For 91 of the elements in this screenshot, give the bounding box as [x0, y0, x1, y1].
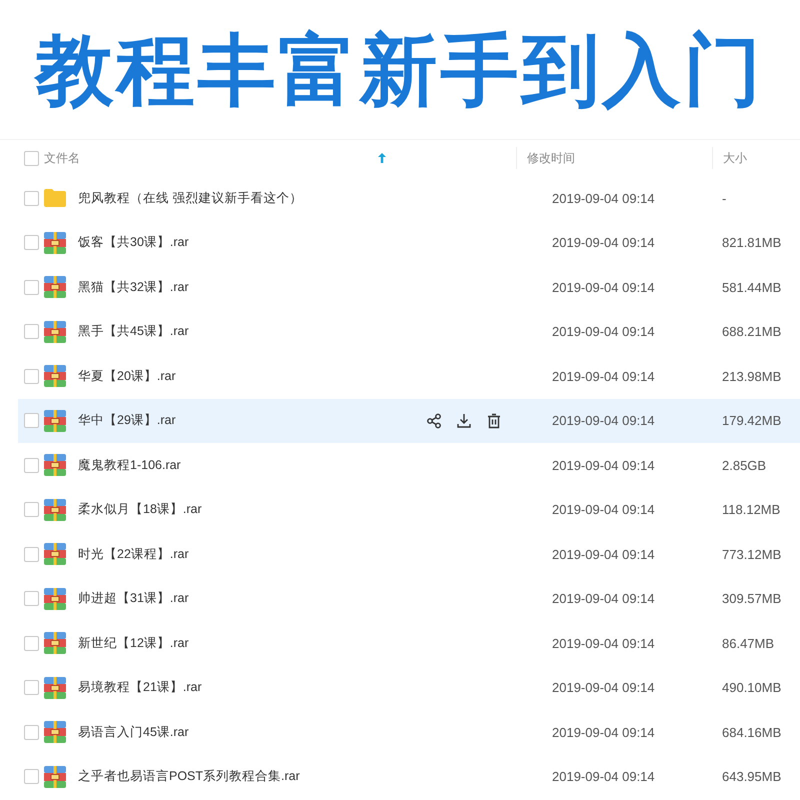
row-checkbox[interactable] [24, 636, 39, 651]
modified-time: 2019-09-04 09:14 [551, 546, 656, 562]
file-size: 684.16MB [721, 724, 782, 740]
row-checkbox[interactable] [24, 680, 39, 696]
archive-icon [44, 543, 66, 566]
archive-icon [44, 588, 66, 610]
file-size: 118.12MB [721, 502, 782, 518]
file-size: 490.10MB [721, 680, 782, 696]
file-size: 213.98MB [721, 368, 782, 384]
file-row[interactable]: 兜风教程（在线 强烈建议新手看这个） 2019-09-04 09:14 - [18, 176, 800, 220]
select-all-checkbox[interactable] [24, 150, 39, 166]
file-row[interactable]: 易语言入门45课.rar 2019-09-04 09:14 684.16MB [18, 710, 800, 754]
file-row[interactable]: 华夏【20课】.rar 2019-09-04 09:14 213.98MB [18, 354, 800, 398]
file-name[interactable]: 易境教程【21课】.rar [74, 679, 378, 696]
file-row[interactable]: 时光【22课程】.rar 2019-09-04 09:14 773.12MB [18, 532, 800, 576]
file-name[interactable]: 兜风教程（在线 强烈建议新手看这个） [74, 190, 378, 207]
archive-icon [44, 676, 66, 699]
modified-time: 2019-09-04 09:14 [551, 591, 656, 606]
file-row[interactable]: 魔鬼教程1-106.rar 2019-09-04 09:14 2.85GB [18, 443, 800, 488]
file-row[interactable]: 柔水似月【18课】.rar 2019-09-04 09:14 118.12MB [18, 488, 800, 532]
archive-icon [44, 232, 66, 254]
file-size: - [721, 190, 728, 206]
archive-icon [44, 498, 66, 521]
column-header[interactable]: 文件名 [44, 150, 80, 166]
archive-icon [44, 276, 66, 298]
archive-icon [44, 320, 66, 343]
file-row[interactable]: 易境教程【21课】.rar 2019-09-04 09:14 490.10MB [18, 666, 800, 710]
archive-icon [44, 632, 66, 654]
row-checkbox[interactable] [24, 280, 39, 295]
modified-time: 2019-09-04 09:14 [551, 502, 656, 518]
sort-arrow-icon[interactable] [378, 153, 386, 163]
file-size: 309.57MB [721, 591, 782, 606]
modified-time: 2019-09-04 09:14 [551, 235, 656, 250]
column-header[interactable]: 修改时间 [527, 150, 575, 166]
file-row[interactable]: 帅进超【31课】.rar 2019-09-04 09:14 309.57MB [18, 576, 800, 621]
modified-time: 2019-09-04 09:14 [551, 280, 656, 295]
column-header[interactable]: 大小 [723, 150, 747, 166]
file-size: 821.81MB [721, 235, 782, 250]
row-checkbox[interactable] [24, 413, 39, 428]
row-checkbox[interactable] [24, 502, 39, 518]
row-checkbox[interactable] [24, 591, 39, 606]
modified-time: 2019-09-04 09:14 [551, 724, 656, 740]
file-row[interactable]: 饭客【共30课】.rar 2019-09-04 09:14 821.81MB [18, 220, 800, 265]
modified-time: 2019-09-04 09:14 [551, 458, 656, 473]
row-checkbox[interactable] [24, 458, 39, 473]
row-checkbox[interactable] [24, 368, 39, 384]
modified-time: 2019-09-04 09:14 [551, 190, 656, 206]
file-row[interactable]: 黑手【共45课】.rar 2019-09-04 09:14 688.21MB [18, 310, 800, 354]
file-name[interactable]: 饭客【共30课】.rar [74, 234, 378, 252]
row-checkbox[interactable] [24, 769, 39, 784]
archive-icon [44, 721, 66, 744]
file-size: 688.21MB [721, 324, 782, 340]
file-size: 86.47MB [721, 636, 776, 651]
file-size: 2.85GB [721, 458, 768, 473]
file-name[interactable]: 柔水似月【18课】.rar [74, 501, 378, 518]
modified-time: 2019-09-04 09:14 [551, 368, 656, 384]
archive-icon [44, 766, 66, 788]
row-checkbox[interactable] [24, 190, 39, 206]
row-checkbox[interactable] [24, 546, 39, 562]
file-row[interactable]: 黑猫【共32课】.rar 2019-09-04 09:14 581.44MB [18, 265, 800, 310]
folder-icon [44, 189, 66, 208]
row-checkbox[interactable] [24, 235, 39, 250]
file-name[interactable]: 易语言入门45课.rar [74, 724, 378, 741]
file-name[interactable]: 魔鬼教程1-106.rar [74, 456, 378, 474]
archive-icon [44, 365, 66, 388]
file-name[interactable]: 华中【29课】.rar [74, 412, 378, 430]
modified-time: 2019-09-04 09:14 [551, 324, 656, 340]
modified-time: 2019-09-04 09:14 [551, 413, 656, 428]
archive-icon [44, 454, 66, 476]
file-size: 581.44MB [721, 280, 782, 295]
file-row[interactable]: 华中【29课】.rar 2019-09-04 09:14 179.42MB [18, 398, 800, 443]
banner-title: 教程丰富新手到入门 [36, 30, 764, 108]
share-button[interactable] [424, 410, 444, 431]
row-checkbox[interactable] [24, 724, 39, 740]
file-size: 643.95MB [721, 769, 782, 784]
modified-time: 2019-09-04 09:14 [551, 769, 656, 784]
modified-time: 2019-09-04 09:14 [551, 636, 656, 651]
row-checkbox[interactable] [24, 324, 39, 340]
file-size: 179.42MB [721, 413, 782, 428]
file-size: 773.12MB [721, 546, 782, 562]
file-row[interactable]: 之乎者也易语言POST系列教程合集.rar 2019-09-04 09:14 643.95MB [18, 754, 800, 799]
modified-time: 2019-09-04 09:14 [551, 680, 656, 696]
file-row[interactable]: 新世纪【12课】.rar 2019-09-04 09:14 86.47MB [18, 621, 800, 666]
file-name[interactable]: 之乎者也易语言POST系列教程合集.rar [74, 768, 378, 786]
file-name[interactable]: 时光【22课程】.rar [74, 546, 378, 563]
archive-icon [44, 410, 66, 432]
file-name[interactable]: 帅进超【31课】.rar [74, 590, 378, 608]
file-name[interactable]: 黑猫【共32课】.rar [74, 278, 378, 296]
file-name[interactable]: 新世纪【12课】.rar [74, 634, 378, 652]
file-name[interactable]: 华夏【20课】.rar [74, 368, 378, 385]
file-name[interactable]: 黑手【共45课】.rar [74, 323, 378, 340]
